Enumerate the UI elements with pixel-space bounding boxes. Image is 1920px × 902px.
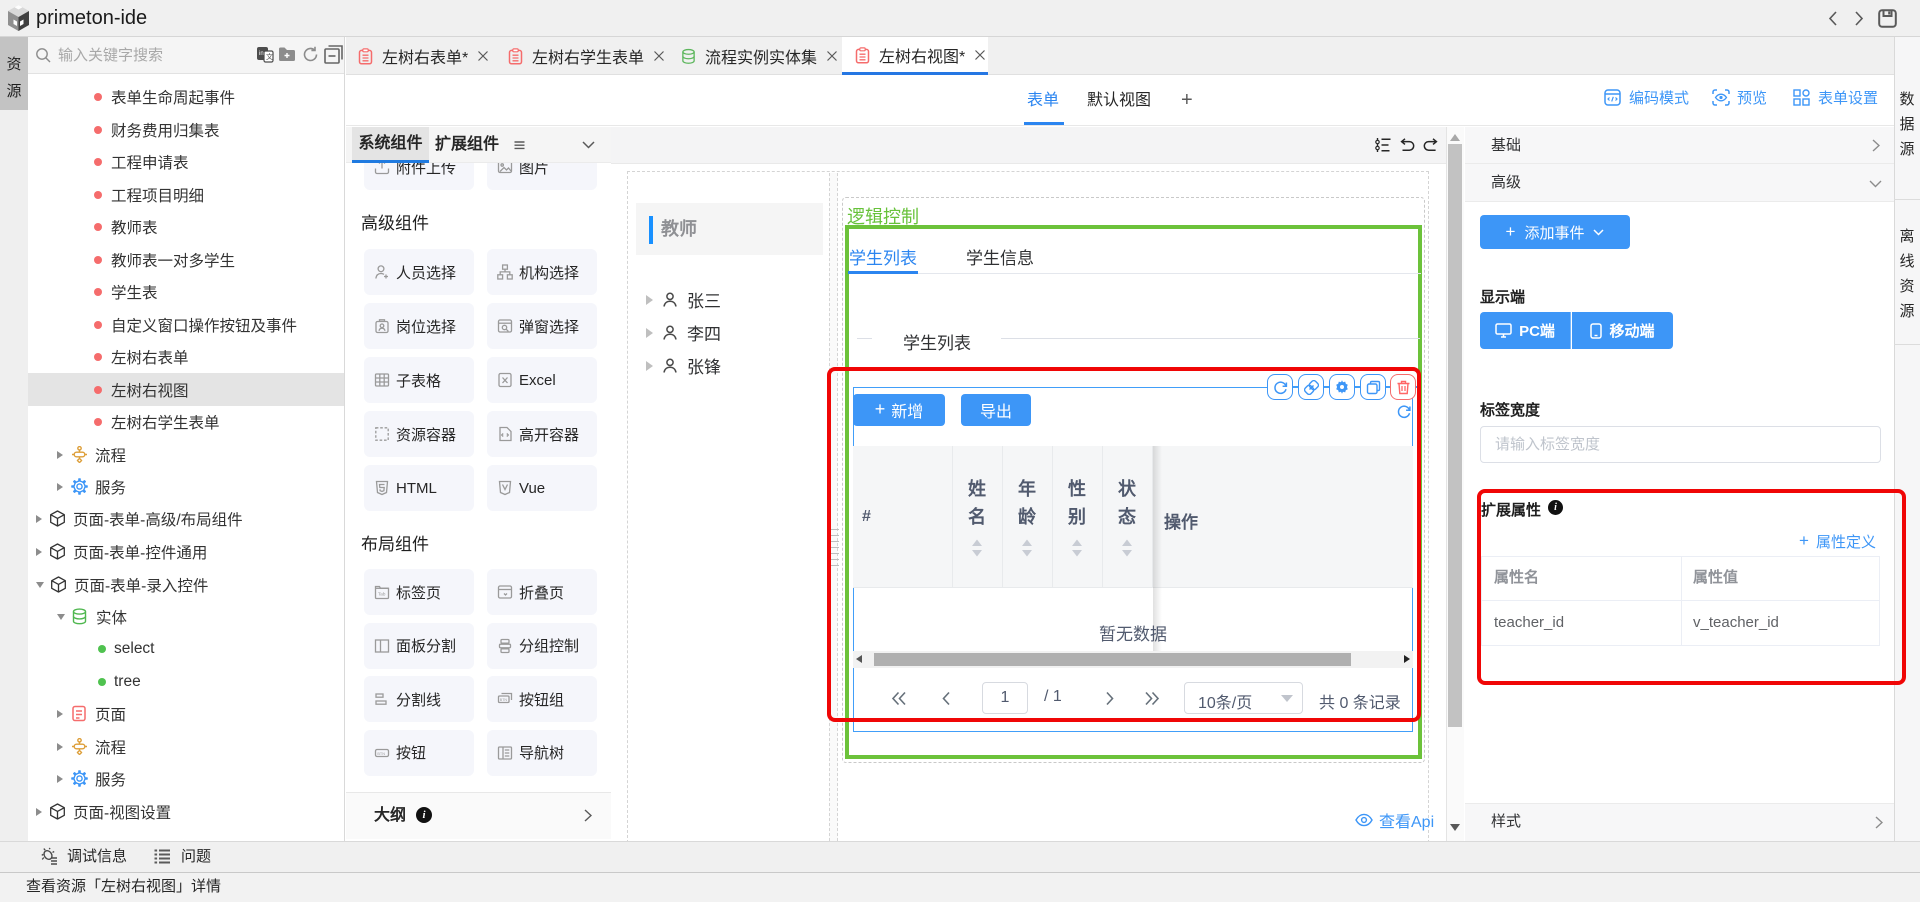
svg-text:BTN: BTN [500,698,508,702]
svg-text:BTN: BTN [377,752,385,756]
svg-text:文: 文 [266,52,273,61]
svg-text:in: in [259,51,264,57]
svg-text:Tab: Tab [378,592,386,597]
